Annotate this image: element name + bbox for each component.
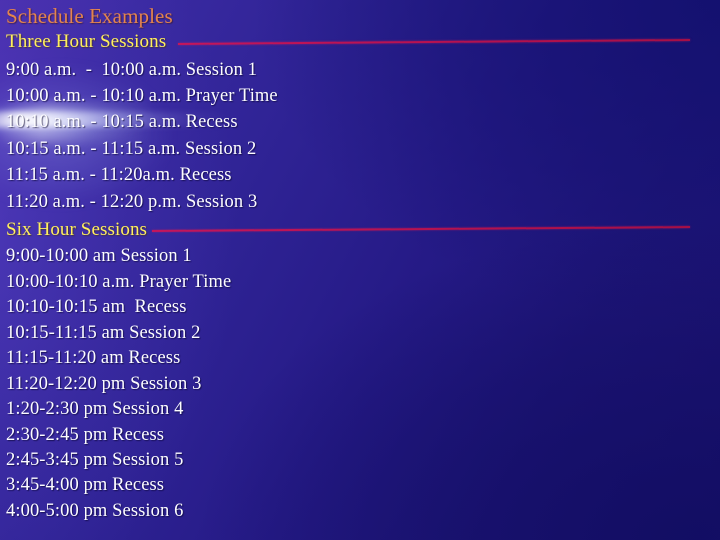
slide: Schedule Examples Three Hour Sessions 9:… [0,0,720,540]
schedule-row: 10:10-10:15 am Recess [6,297,187,317]
page-title: Schedule Examples [6,4,173,28]
schedule-row: 3:45-4:00 pm Recess [6,475,165,495]
schedule-row: 9:00-10:00 am Session 1 [6,246,192,266]
schedule-row: 10:15-11:15 am Session 2 [6,323,201,343]
schedule-row: 2:30-2:45 pm Recess [6,425,165,445]
schedule-row: 4:00-5:00 pm Session 6 [6,501,184,521]
schedule-row: 11:20-12:20 pm Session 3 [6,374,202,394]
schedule-row: 10:00-10:10 a.m. Prayer Time [6,272,232,292]
schedule-row: 1:20-2:30 pm Session 4 [6,399,184,419]
section-rule-three-hour [177,38,690,45]
section-heading-three-hour: Three Hour Sessions [6,31,167,52]
schedule-row: 9:00 a.m. - 10:00 a.m. Session 1 [6,60,258,80]
section-heading-six-hour: Six Hour Sessions [6,219,148,240]
schedule-row: 2:45-3:45 pm Session 5 [6,450,184,470]
schedule-row: 11:15 a.m. - 11:20a.m. Recess [6,165,232,185]
schedule-row: 11:20 a.m. - 12:20 p.m. Session 3 [6,192,258,212]
schedule-row: 10:00 a.m. - 10:10 a.m. Prayer Time [6,86,278,106]
schedule-row: 10:15 a.m. - 11:15 a.m. Session 2 [6,139,257,159]
slide-content: Schedule Examples Three Hour Sessions 9:… [0,0,720,540]
schedule-row: 10:10 a.m. - 10:15 a.m. Recess [6,112,238,132]
schedule-row: 11:15-11:20 am Recess [6,348,181,368]
section-rule-six-hour [151,226,690,232]
